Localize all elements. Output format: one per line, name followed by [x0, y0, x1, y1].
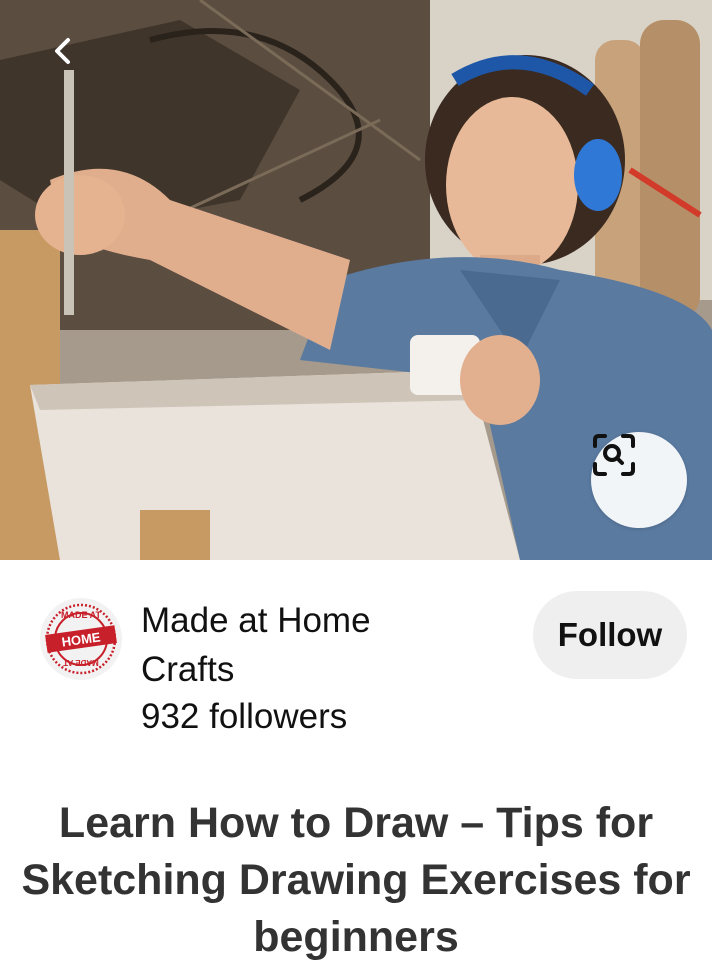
follow-button[interactable]: Follow [533, 591, 687, 679]
pin-image[interactable] [0, 0, 712, 560]
chevron-left-icon [55, 38, 70, 64]
follower-count: 932 followers [141, 697, 348, 736]
pin-title: Learn How to Draw – Tips for Sketching D… [21, 799, 691, 961]
avatar[interactable]: MADE AT HOME MADE AT [40, 598, 122, 680]
creator-name[interactable]: Made at Home Crafts [141, 596, 471, 694]
back-button[interactable] [50, 36, 100, 86]
visual-search-button[interactable] [591, 432, 687, 528]
visual-search-icon [593, 434, 635, 476]
svg-text:MADE AT: MADE AT [61, 610, 101, 620]
svg-text:MADE AT: MADE AT [63, 658, 99, 667]
creator-row: MADE AT HOME MADE AT Made at Home Crafts… [0, 590, 712, 740]
made-at-home-logo: MADE AT HOME MADE AT [45, 603, 117, 675]
